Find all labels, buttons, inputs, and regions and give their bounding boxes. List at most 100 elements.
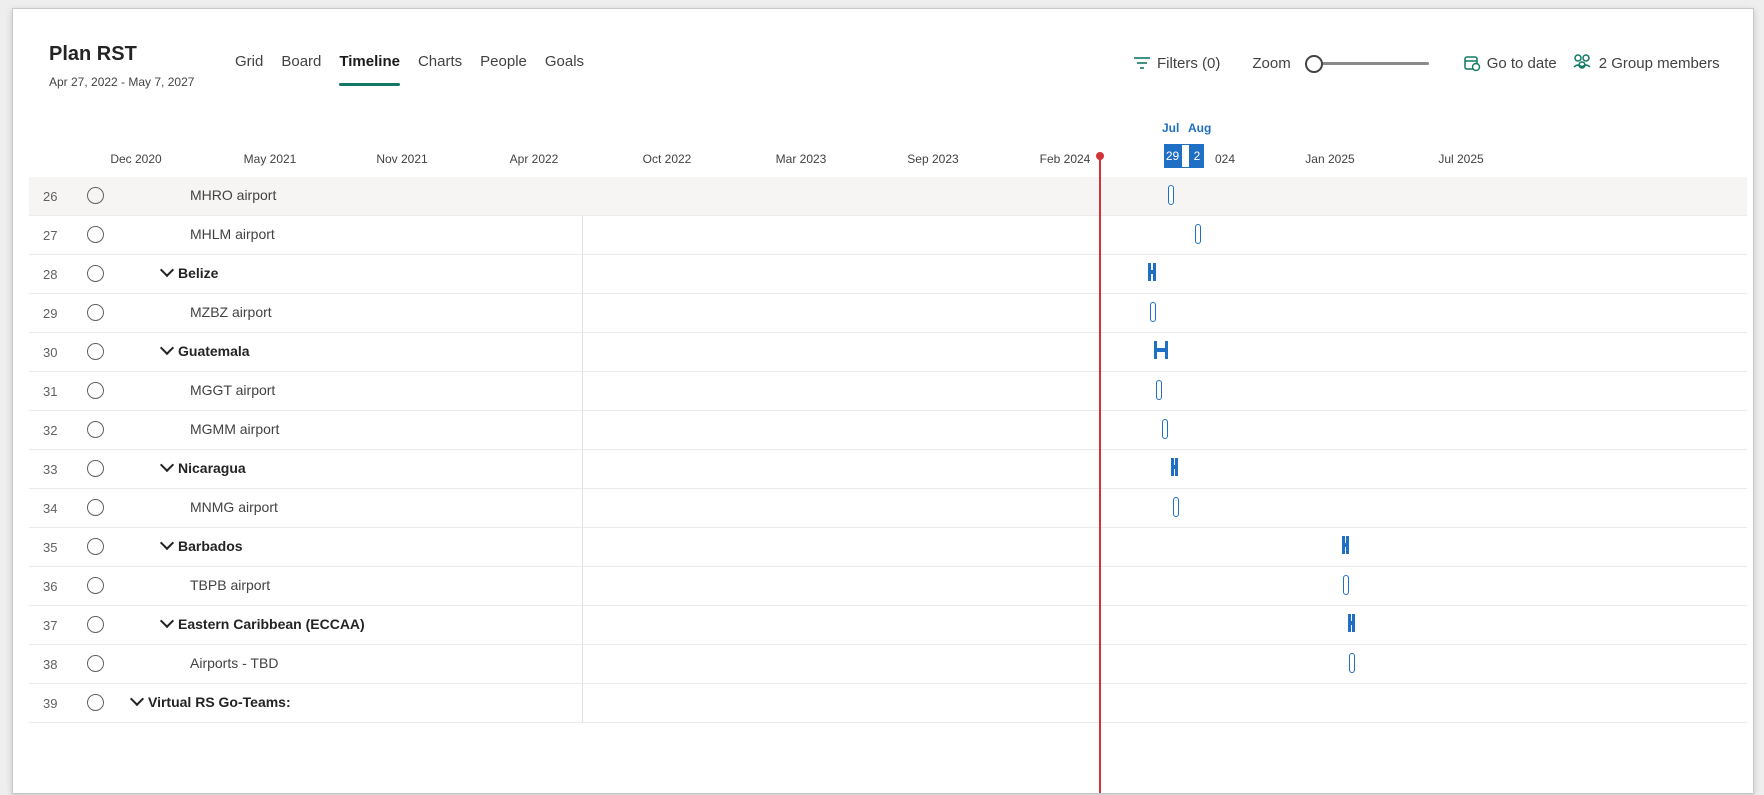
- task-bar[interactable]: [1195, 224, 1201, 244]
- group-name[interactable]: Guatemala: [159, 340, 250, 359]
- tab-timeline[interactable]: Timeline: [339, 53, 400, 87]
- table-row[interactable]: 29 MZBZ airport: [29, 294, 1747, 333]
- go-to-date-button[interactable]: Go to date: [1463, 54, 1557, 72]
- task-name[interactable]: MHRO airport: [190, 187, 276, 203]
- chevron-down-icon[interactable]: [159, 613, 175, 629]
- complete-checkbox[interactable]: [87, 460, 104, 477]
- task-bar[interactable]: [1173, 497, 1179, 517]
- task-name[interactable]: Airports - TBD: [190, 655, 278, 671]
- task-bar[interactable]: [1168, 185, 1174, 205]
- table-row[interactable]: 28 Belize: [29, 255, 1747, 294]
- complete-checkbox[interactable]: [87, 382, 104, 399]
- complete-checkbox[interactable]: [87, 343, 104, 360]
- task-name[interactable]: TBPB airport: [190, 577, 270, 593]
- complete-checkbox[interactable]: [87, 694, 104, 711]
- table-row[interactable]: 26 MHRO airport: [29, 177, 1747, 216]
- task-name[interactable]: MGMM airport: [190, 421, 279, 437]
- plan-header: Plan RST Apr 27, 2022 - May 7, 2027 Grid…: [13, 9, 1753, 109]
- today-marker-dot: [1096, 152, 1104, 160]
- group-name[interactable]: Virtual RS Go-Teams:: [129, 691, 291, 710]
- tab-board[interactable]: Board: [281, 53, 321, 87]
- group-label: Virtual RS Go-Teams:: [148, 694, 291, 710]
- highlighted-day-start: 29: [1164, 144, 1181, 168]
- timeline-month: Jul 2025: [1438, 152, 1484, 166]
- zoom-slider[interactable]: [1304, 55, 1429, 73]
- tab-grid[interactable]: Grid: [235, 53, 263, 87]
- chevron-down-icon[interactable]: [159, 535, 175, 551]
- row-number: 34: [43, 501, 58, 516]
- task-list: 26 MHRO airport 27 MHLM airport 28 Beliz…: [29, 177, 1747, 723]
- summary-bar[interactable]: [1154, 341, 1168, 359]
- group-name[interactable]: Nicaragua: [159, 457, 246, 476]
- row-number: 30: [43, 345, 58, 360]
- zoom-control: Zoom: [1252, 55, 1429, 73]
- zoom-slider-thumb[interactable]: [1304, 55, 1323, 73]
- timeline-month: Nov 2021: [376, 152, 428, 166]
- chevron-down-icon[interactable]: [159, 262, 175, 278]
- row-number: 36: [43, 579, 58, 594]
- row-number: 26: [43, 189, 58, 204]
- table-row[interactable]: 39 Virtual RS Go-Teams:: [29, 684, 1747, 723]
- summary-bar[interactable]: [1348, 614, 1355, 632]
- complete-checkbox[interactable]: [87, 421, 104, 438]
- row-number: 39: [43, 696, 58, 711]
- top-month-label: Aug: [1188, 121, 1212, 135]
- task-bar[interactable]: [1156, 380, 1162, 400]
- chevron-down-icon[interactable]: [129, 691, 145, 707]
- table-row[interactable]: 38 Airports - TBD: [29, 645, 1747, 684]
- row-number: 33: [43, 462, 58, 477]
- complete-checkbox[interactable]: [87, 577, 104, 594]
- table-row[interactable]: 33 Nicaragua: [29, 450, 1747, 489]
- complete-checkbox[interactable]: [87, 265, 104, 282]
- timeline-month: Sep 2023: [907, 152, 959, 166]
- task-bar[interactable]: [1162, 419, 1168, 439]
- chevron-down-icon[interactable]: [159, 457, 175, 473]
- timeline-month: May 2021: [243, 152, 297, 166]
- tab-charts[interactable]: Charts: [418, 53, 462, 87]
- planner-window: Plan RST Apr 27, 2022 - May 7, 2027 Grid…: [12, 8, 1754, 794]
- complete-checkbox[interactable]: [87, 226, 104, 243]
- task-bar[interactable]: [1343, 575, 1349, 595]
- summary-bar[interactable]: [1148, 263, 1156, 281]
- table-row[interactable]: 35 Barbados: [29, 528, 1747, 567]
- table-row[interactable]: 31 MGGT airport: [29, 372, 1747, 411]
- plan-date-range: Apr 27, 2022 - May 7, 2027: [49, 75, 195, 89]
- summary-bar[interactable]: [1171, 458, 1178, 476]
- task-name[interactable]: MGGT airport: [190, 382, 275, 398]
- complete-checkbox[interactable]: [87, 616, 104, 633]
- table-row[interactable]: 36 TBPB airport: [29, 567, 1747, 606]
- summary-bar[interactable]: [1342, 536, 1349, 554]
- task-name[interactable]: MHLM airport: [190, 226, 275, 242]
- table-row[interactable]: 34 MNMG airport: [29, 489, 1747, 528]
- row-number: 28: [43, 267, 58, 282]
- tab-people[interactable]: People: [480, 53, 527, 87]
- timeline-month: Dec 2020: [110, 152, 162, 166]
- group-name[interactable]: Belize: [159, 262, 218, 281]
- group-members-button[interactable]: 2 Group members: [1571, 53, 1720, 73]
- task-bar[interactable]: [1150, 302, 1156, 322]
- complete-checkbox[interactable]: [87, 538, 104, 555]
- filters-button[interactable]: Filters (0): [1133, 55, 1220, 72]
- group-members-label: 2 Group members: [1598, 54, 1720, 72]
- task-name[interactable]: MZBZ airport: [190, 304, 272, 320]
- group-name[interactable]: Eastern Caribbean (ECCAA): [159, 613, 365, 632]
- table-row[interactable]: 37 Eastern Caribbean (ECCAA): [29, 606, 1747, 645]
- group-name[interactable]: Barbados: [159, 535, 243, 554]
- tab-goals[interactable]: Goals: [545, 53, 584, 87]
- filter-icon: [1134, 57, 1150, 69]
- complete-checkbox[interactable]: [87, 187, 104, 204]
- chevron-down-icon[interactable]: [159, 340, 175, 356]
- group-label: Barbados: [178, 538, 243, 554]
- task-bar[interactable]: [1349, 653, 1355, 673]
- table-row[interactable]: 30 Guatemala: [29, 333, 1747, 372]
- task-name[interactable]: MNMG airport: [190, 499, 278, 515]
- table-row[interactable]: 32 MGMM airport: [29, 411, 1747, 450]
- row-number: 37: [43, 618, 58, 633]
- highlighted-range: [1181, 144, 1190, 168]
- table-row[interactable]: 27 MHLM airport: [29, 216, 1747, 255]
- complete-checkbox[interactable]: [87, 655, 104, 672]
- row-number: 27: [43, 228, 58, 243]
- complete-checkbox[interactable]: [87, 304, 104, 321]
- group-label: Nicaragua: [178, 460, 246, 476]
- complete-checkbox[interactable]: [87, 499, 104, 516]
